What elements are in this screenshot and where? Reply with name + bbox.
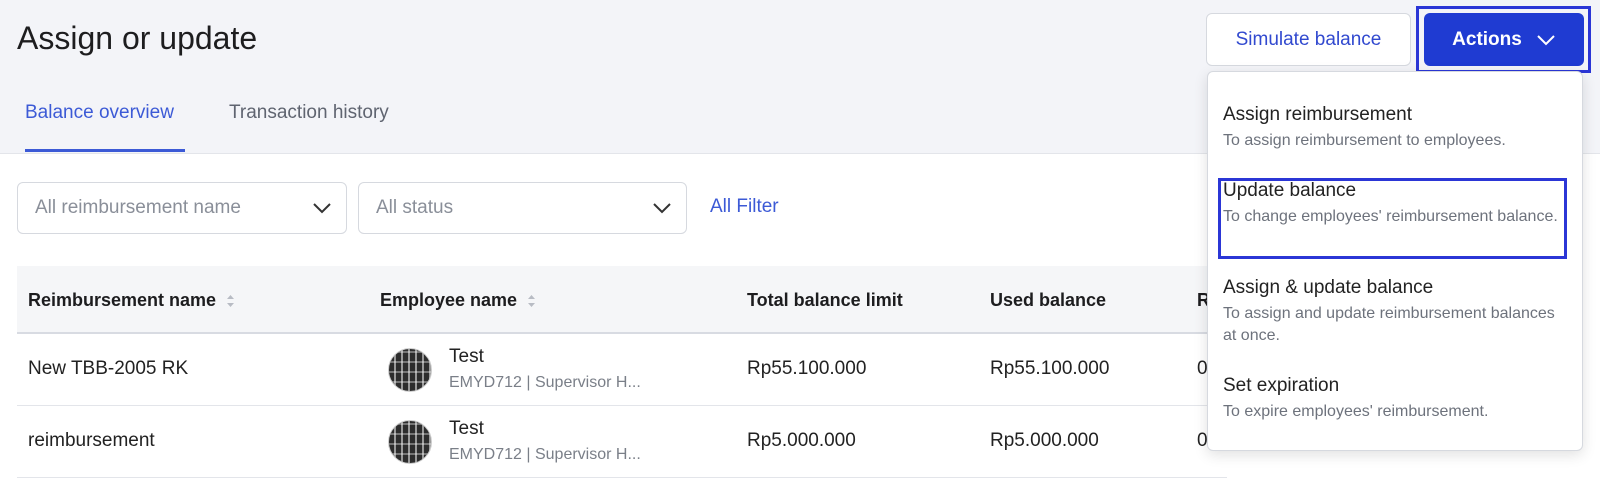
table-row[interactable]: reimbursement Test EMYD712 | Supervisor … — [17, 406, 1227, 478]
sort-icon[interactable] — [527, 294, 536, 308]
page-title: Assign or update — [17, 20, 258, 56]
menu-item-description: To expire employees' reimbursement. — [1223, 403, 1489, 420]
tab-balance-overview[interactable]: Balance overview — [25, 102, 185, 152]
menu-item-description: To assign and update reimbursement balan… — [1223, 305, 1555, 344]
chevron-down-icon — [653, 203, 671, 214]
used-balance-cell: Rp5.000.000 — [990, 430, 1099, 451]
chevron-down-icon — [313, 203, 331, 214]
chevron-down-icon — [1537, 34, 1555, 45]
reimbursement-name-select[interactable]: All reimbursement name — [17, 182, 347, 234]
menu-item-title: Set expiration — [1223, 375, 1340, 396]
column-header-total-balance-limit: Total balance limit — [747, 290, 903, 310]
tab-transaction-history[interactable]: Transaction history — [229, 102, 389, 152]
column-header-used-balance: Used balance — [990, 290, 1107, 310]
status-select-value: All status — [376, 197, 454, 218]
menu-item-title: Update balance — [1223, 180, 1357, 201]
status-select[interactable]: All status — [358, 182, 687, 234]
reimbursement-name-cell: reimbursement — [28, 430, 155, 451]
column-header-label: Reimbursement name — [28, 290, 217, 310]
employee-name-cell: Test — [449, 418, 484, 439]
menu-item-title: Assign & update balance — [1223, 277, 1434, 298]
avatar — [388, 348, 432, 392]
menu-item-description: To change employees' reimbursement balan… — [1223, 208, 1558, 225]
simulate-balance-button[interactable]: Simulate balance — [1206, 13, 1411, 66]
used-balance-cell: Rp55.100.000 — [990, 358, 1110, 379]
sort-icon[interactable] — [226, 294, 235, 308]
column-header-label: Employee name — [380, 290, 518, 310]
menu-item-description: To assign reimbursement to employees. — [1223, 132, 1506, 149]
total-balance-limit-cell: Rp55.100.000 — [747, 358, 867, 379]
column-header-employee-name[interactable]: Employee name — [380, 290, 536, 311]
total-balance-limit-cell: Rp5.000.000 — [747, 430, 856, 451]
actions-button[interactable]: Actions — [1424, 13, 1584, 66]
column-header-reimbursement-name[interactable]: Reimbursement name — [28, 290, 235, 311]
menu-item-title: Assign reimbursement — [1223, 104, 1413, 125]
table-row[interactable]: New TBB-2005 RK Test EMYD712 | Superviso… — [17, 334, 1227, 406]
all-filter-link[interactable]: All Filter — [710, 196, 779, 218]
reimbursement-name-select-value: All reimbursement name — [35, 197, 241, 218]
actions-dropdown-menu: Assign reimbursement To assign reimburse… — [1207, 71, 1583, 451]
remaining-balance-cell: 0 — [1197, 430, 1208, 451]
table-header: Reimbursement name Employee name Total b… — [17, 266, 1227, 334]
remaining-balance-cell: 0 — [1197, 358, 1208, 379]
employee-id-position: EMYD712 | Supervisor H... — [449, 374, 641, 391]
reimbursement-name-cell: New TBB-2005 RK — [28, 358, 189, 379]
employee-name-cell: Test — [449, 346, 484, 367]
employee-id-position: EMYD712 | Supervisor H... — [449, 446, 641, 463]
avatar — [388, 420, 432, 464]
actions-button-label: Actions — [1452, 28, 1522, 50]
